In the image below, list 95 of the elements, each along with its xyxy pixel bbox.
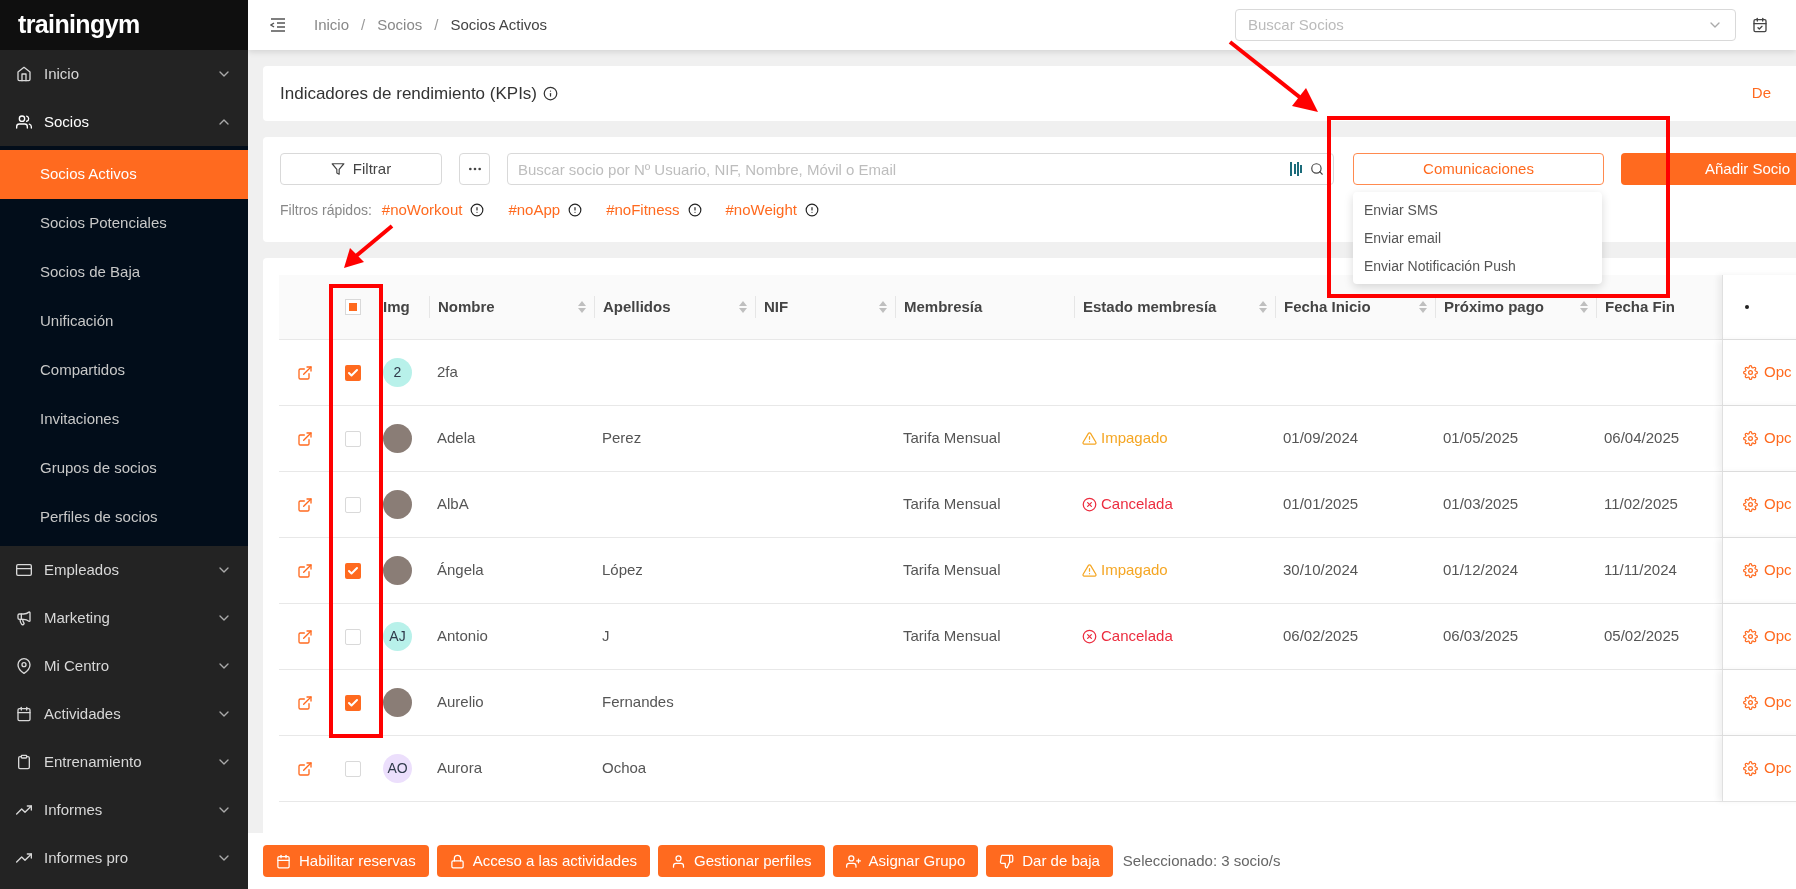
table-cell: López <box>602 561 643 579</box>
column-header: Membresía <box>903 296 984 317</box>
table-cell: 06/04/2025 <box>1604 429 1680 447</box>
column-header: Fecha Inicio <box>1283 296 1372 317</box>
table-cell: 2fa <box>437 363 458 381</box>
table-cell: Tarifa Mensual <box>903 627 1001 645</box>
bulk-action-button[interactable]: Dar de baja <box>986 845 1113 877</box>
table-cell: Aurelio <box>437 693 484 711</box>
table-cell: Tarifa Mensual <box>903 429 1001 447</box>
breadcrumb-link[interactable]: Inicio <box>314 13 350 37</box>
bulk-action-button[interactable]: Acceso a las actividades <box>436 845 650 877</box>
table-cell: Antonio <box>437 627 488 645</box>
table-cell: AlbA <box>437 495 469 513</box>
menu-item[interactable]: Enviar Notificación Push <box>1353 252 1602 280</box>
table-cell: Fernandes <box>602 693 674 711</box>
submenu-item[interactable]: Socios Activos <box>0 150 248 199</box>
quick-filter-tag[interactable]: #noWorkout <box>381 199 463 222</box>
table-cell: 11/02/2025 <box>1604 495 1678 513</box>
submenu-item[interactable]: Perfiles de socios <box>0 493 248 542</box>
submenu-item[interactable]: Grupos de socios <box>0 444 248 493</box>
options-link[interactable]: Opc <box>1743 757 1792 780</box>
column-header: Apellidos <box>602 296 672 317</box>
table-cell: 01/09/2024 <box>1283 429 1359 447</box>
menu-item[interactable]: Enviar email <box>1353 224 1602 252</box>
breadcrumb-link[interactable]: Socios Activos <box>450 13 548 37</box>
table-cell: Aurora <box>437 759 483 777</box>
options-link[interactable]: Opc <box>1743 625 1792 648</box>
selection-count: Seleccionado: 3 socio/s <box>1122 850 1281 871</box>
column-header: Img <box>382 296 411 317</box>
column-header: Nombre <box>437 296 496 317</box>
column-header: Fecha Fin <box>1604 296 1676 317</box>
table-cell: Tarifa Mensual <box>903 495 1001 513</box>
table-cell: 01/03/2025 <box>1443 495 1519 513</box>
bulk-action-button[interactable]: Gestionar perfiles <box>658 845 825 877</box>
sidebar-item[interactable]: Informes pro <box>0 834 248 882</box>
sidebar-item[interactable]: Mi Centro <box>0 642 248 690</box>
table-cell: Adela <box>437 429 476 447</box>
avatar-initials: AO <box>383 754 412 783</box>
table-cell: J <box>602 627 610 645</box>
status-label: Cancelada <box>1082 625 1267 648</box>
table-cell: 01/01/2025 <box>1283 495 1359 513</box>
table-cell: 30/10/2024 <box>1283 561 1359 579</box>
column-header: NIF <box>763 296 790 317</box>
submenu-item[interactable]: Socios Potenciales <box>0 199 248 248</box>
quick-filter-tag[interactable]: #noFitness <box>606 199 680 222</box>
search-field[interactable]: Buscar socio por Nº Usuario, NIF, Nombre, Móvil o Email <box>507 153 1334 185</box>
breadcrumb-link[interactable]: Socios <box>377 13 423 37</box>
table-cell: Perez <box>602 429 642 447</box>
sidebar-item[interactable]: Marketing <box>0 594 248 642</box>
quick-filter-tag[interactable]: #noWeight <box>725 199 797 222</box>
panel-title: Indicadores de rendimiento (KPIs) <box>280 82 538 105</box>
table-cell: 01/05/2025 <box>1443 429 1519 447</box>
status-label: Impagado <box>1082 559 1267 582</box>
filter-button[interactable]: Filtrar <box>280 153 442 185</box>
table-cell: 06/02/2025 <box>1283 627 1359 645</box>
submenu-item[interactable]: Unificación <box>0 297 248 346</box>
sidebar-item[interactable]: Informes <box>0 786 248 834</box>
menu-item[interactable]: Enviar SMS <box>1353 196 1602 224</box>
quick-filter-tag[interactable]: #noApp <box>508 199 561 222</box>
bulk-action-button[interactable]: Asignar Grupo <box>832 845 979 877</box>
member-search-select[interactable]: Buscar Socios <box>1235 9 1736 41</box>
table-cell: 05/02/2025 <box>1604 627 1680 645</box>
status-label: Impagado <box>1082 427 1267 450</box>
table-cell: Tarifa Mensual <box>903 561 1001 579</box>
table-cell: Ochoa <box>602 759 647 777</box>
submenu-item[interactable]: Compartidos <box>0 346 248 395</box>
options-link[interactable]: Opc <box>1743 559 1792 582</box>
table-cell: 11/11/2024 <box>1604 561 1677 579</box>
quick-filters-label: Filtros rápidos: <box>280 200 372 220</box>
communications-button[interactable]: Comunicaciones <box>1353 153 1604 185</box>
options-link[interactable]: Opc <box>1743 691 1792 714</box>
avatar-initials: 2 <box>383 358 412 387</box>
options-link[interactable]: Opc <box>1743 427 1792 450</box>
options-link[interactable]: Opc <box>1743 361 1792 384</box>
sidebar-item[interactable]: Socios <box>0 98 248 146</box>
submenu-item[interactable]: Invitaciones <box>0 395 248 444</box>
sidebar-item[interactable]: Entrenamiento <box>0 738 248 786</box>
column-header: Próximo pago <box>1443 296 1545 317</box>
table-cell: 01/12/2024 <box>1443 561 1519 579</box>
breadcrumb-separator: / <box>434 14 439 35</box>
table-cell: Ángela <box>437 561 484 579</box>
sidebar-item[interactable]: Actividades <box>0 690 248 738</box>
breadcrumb-separator: / <box>361 14 366 35</box>
add-member-button[interactable]: Añadir Socio <box>1621 153 1796 185</box>
submenu-item[interactable]: Socios de Baja <box>0 248 248 297</box>
avatar-initials: AJ <box>383 622 412 651</box>
brand-logo: trainingym <box>18 9 140 41</box>
column-header: Estado membresía <box>1082 296 1218 317</box>
panel-link[interactable]: De <box>1751 82 1771 105</box>
table-cell: 06/03/2025 <box>1443 627 1519 645</box>
sidebar-item[interactable]: Empleados <box>0 546 248 594</box>
options-link[interactable]: Opc <box>1743 493 1792 516</box>
sidebar-item[interactable]: Inicio <box>0 50 248 98</box>
status-label: Cancelada <box>1082 493 1267 516</box>
bulk-action-button[interactable]: Habilitar reservas <box>263 845 429 877</box>
